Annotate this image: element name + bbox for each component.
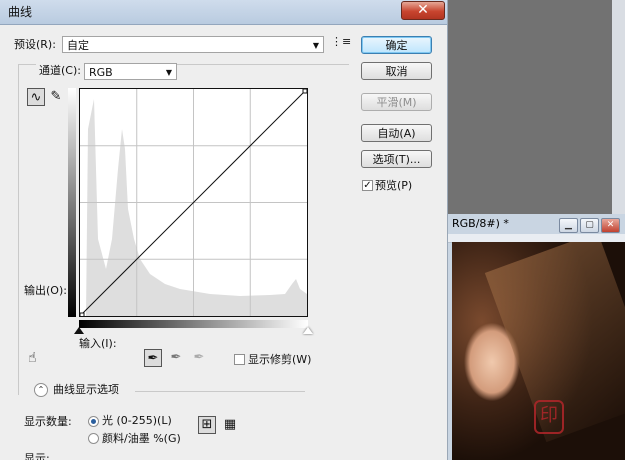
light-option-label: 光 (0-255)(L) — [102, 414, 172, 427]
side-panel — [612, 0, 625, 215]
pigment-radio[interactable] — [88, 433, 99, 444]
black-point-slider[interactable] — [74, 327, 84, 334]
black-eyedropper-icon[interactable]: ✒ — [144, 349, 162, 367]
show-amount-label: 显示数量: — [24, 415, 72, 428]
preview-checkbox[interactable]: ✓ — [362, 180, 373, 191]
grid-4x4-icon[interactable]: ⊞ — [198, 416, 216, 434]
document-window-title: RGB/8#) * — [452, 217, 509, 230]
preset-value: 自定 — [67, 39, 89, 52]
channel-value: RGB — [89, 66, 113, 79]
preview-label: 预览(P) — [375, 179, 413, 192]
show-clipping-checkbox[interactable] — [234, 354, 245, 365]
dialog-titlebar[interactable]: 曲线 ✕ — [0, 0, 447, 25]
seal-stamp: 印 — [534, 400, 564, 434]
curve-display-options-label: 曲线显示选项 — [53, 383, 119, 396]
grid-10x10-icon[interactable]: ▦ — [221, 416, 239, 434]
options-divider — [135, 391, 305, 392]
gray-eyedropper-icon[interactable]: ✒ — [167, 349, 185, 367]
maximize-icon[interactable]: ▢ — [580, 218, 599, 233]
document-photo[interactable]: 印 — [452, 242, 625, 460]
chevron-down-icon: ▼ — [165, 68, 172, 77]
curve-graph[interactable] — [79, 88, 308, 318]
curve-point-white[interactable] — [302, 88, 308, 94]
input-label: 输入(I): — [79, 337, 117, 350]
ok-button[interactable]: 确定 — [361, 36, 432, 54]
white-point-slider[interactable] — [303, 327, 313, 334]
chevron-down-icon: ▼ — [312, 41, 319, 50]
pencil-icon[interactable]: ✎ — [47, 88, 65, 106]
pigment-option-label: 颜料/油墨 %(G) — [102, 432, 181, 445]
light-radio[interactable] — [88, 416, 99, 427]
show-label-partial: 显示: — [24, 452, 50, 460]
show-clipping-label: 显示修剪(W) — [248, 353, 312, 366]
preset-select[interactable]: 自定 ▼ — [62, 36, 324, 53]
smooth-button[interactable]: 平滑(M) — [361, 93, 432, 111]
channel-select[interactable]: RGB ▼ — [84, 63, 177, 80]
cancel-button[interactable]: 取消 — [361, 62, 432, 80]
close-icon[interactable]: ✕ — [601, 218, 620, 233]
minimize-icon[interactable]: ▁ — [559, 218, 578, 233]
curve-svg — [79, 88, 308, 318]
auto-button[interactable]: 自动(A) — [361, 124, 432, 142]
collapse-toggle-icon[interactable]: ⌃ — [34, 383, 48, 397]
output-label: 输出(O): — [24, 284, 67, 297]
dialog-title: 曲线 — [8, 5, 33, 19]
options-button[interactable]: 选项(T)... — [361, 150, 432, 168]
hand-adjust-icon[interactable]: ☝ — [28, 350, 37, 366]
dialog-close-button[interactable]: ✕ — [401, 1, 445, 20]
input-gradient — [79, 320, 308, 328]
curve-point-tool-icon[interactable]: ∿ — [27, 88, 45, 106]
white-eyedropper-icon[interactable]: ✒ — [190, 349, 208, 367]
output-gradient — [68, 88, 76, 317]
preset-label: 预设(R): — [14, 38, 56, 51]
preset-menu-icon[interactable]: ⋮≡ — [331, 36, 351, 50]
curves-dialog: 曲线 ✕ 预设(R): 自定 ▼ ⋮≡ 确定 取消 平滑(M) 自动(A) 选项… — [0, 0, 448, 460]
curve-point-black[interactable] — [79, 312, 85, 318]
channel-label: 通道(C): — [36, 64, 84, 78]
